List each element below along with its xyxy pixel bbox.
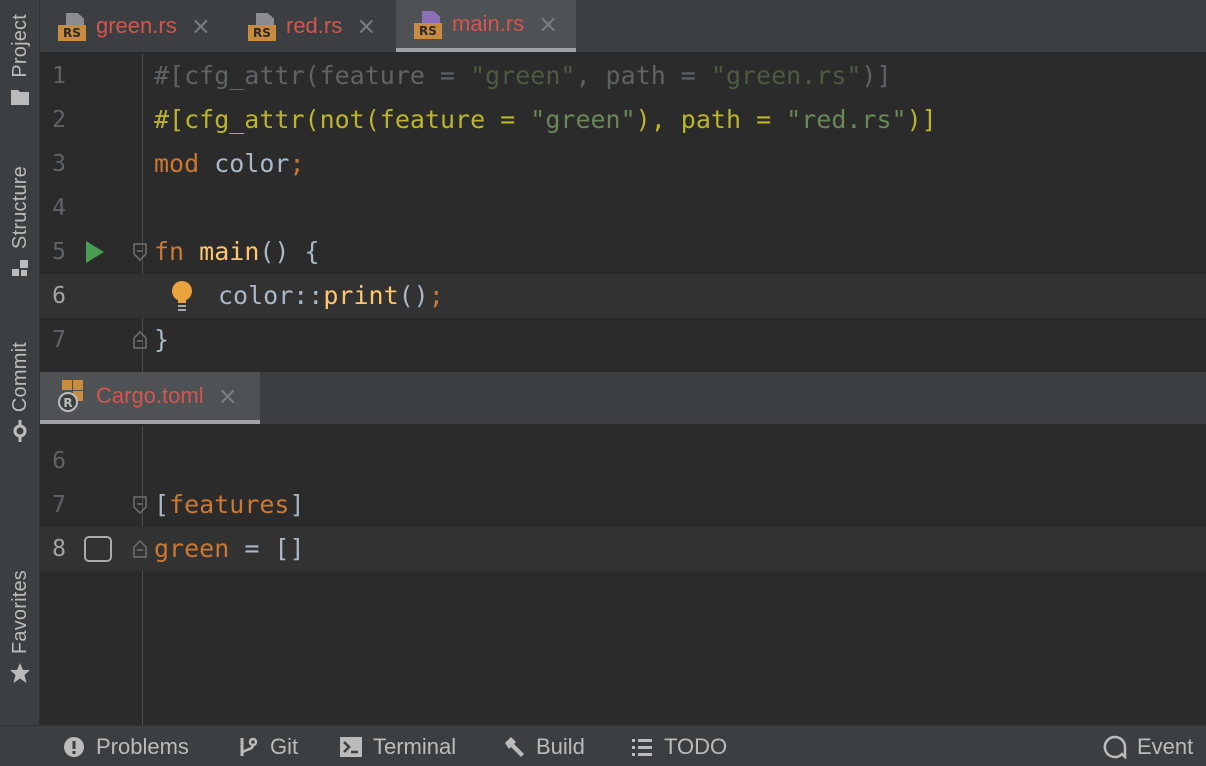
- code-line: 6: [40, 439, 1206, 483]
- close-icon[interactable]: ×: [191, 12, 211, 40]
- code-line: 2 #[cfg_attr(not(feature = "green"), pat…: [40, 98, 1206, 142]
- hammer-icon: [502, 735, 526, 759]
- code-text: }: [154, 318, 169, 362]
- tab-label: red.rs: [286, 13, 342, 39]
- cargo-tab-bar: R Cargo.toml ×: [40, 372, 1206, 424]
- terminal-label: Terminal: [373, 734, 456, 760]
- favorites-tool-tab[interactable]: Favorites: [0, 570, 40, 684]
- tab-red-rs[interactable]: RS red.rs ×: [230, 0, 392, 52]
- problems-tool-button[interactable]: Problems: [62, 726, 189, 766]
- line-number: 2: [40, 98, 66, 142]
- structure-tool-tab[interactable]: Structure: [0, 166, 40, 279]
- line-number: 7: [40, 318, 66, 362]
- commit-tool-label: Commit: [9, 342, 32, 412]
- project-tool-label: Project: [9, 14, 32, 78]
- run-icon[interactable]: [86, 241, 104, 263]
- code-text: color::print();: [218, 274, 444, 318]
- structure-icon: [9, 257, 31, 279]
- fold-close-icon[interactable]: [133, 540, 147, 558]
- line-number: 4: [40, 186, 66, 230]
- folder-icon: [9, 86, 31, 108]
- tab-green-rs[interactable]: RS green.rs ×: [40, 0, 227, 52]
- rust-file-icon: RS: [414, 9, 444, 39]
- line-number: 1: [40, 54, 66, 98]
- build-label: Build: [536, 734, 585, 760]
- todo-tool-button[interactable]: TODO: [630, 726, 727, 766]
- fold-open-icon[interactable]: [133, 496, 147, 514]
- feature-toggle-checkbox[interactable]: [84, 536, 112, 562]
- code-text: #[cfg_attr(not(feature = "green"), path …: [154, 98, 937, 142]
- event-log-icon: [1103, 735, 1127, 759]
- terminal-tool-button[interactable]: Terminal: [339, 726, 456, 766]
- rust-file-icon: RS: [58, 11, 88, 41]
- line-number: 6: [40, 274, 66, 318]
- line-number: 5: [40, 230, 66, 274]
- code-line: 7 [features]: [40, 483, 1206, 527]
- code-text: [features]: [154, 483, 305, 527]
- fold-close-icon[interactable]: [133, 331, 147, 349]
- close-icon[interactable]: ×: [356, 12, 376, 40]
- code-text: #[cfg_attr(feature = "green", path = "gr…: [154, 54, 892, 98]
- problems-label: Problems: [96, 734, 189, 760]
- tab-label: green.rs: [96, 13, 177, 39]
- code-line-current: 6 color::print();: [40, 274, 1206, 318]
- code-text: fn main() {: [154, 230, 320, 274]
- problems-icon: [62, 735, 86, 759]
- event-log-tool-button[interactable]: Event: [1103, 726, 1193, 766]
- line-number: 3: [40, 142, 66, 186]
- rust-file-icon: RS: [248, 11, 278, 41]
- favorites-tool-label: Favorites: [9, 570, 32, 654]
- git-icon: [236, 735, 260, 759]
- code-line: 5 fn main() {: [40, 230, 1206, 274]
- git-tool-button[interactable]: Git: [236, 726, 298, 766]
- terminal-icon: [339, 735, 363, 759]
- list-icon: [630, 735, 654, 759]
- code-line: 3 mod color;: [40, 142, 1206, 186]
- editor-tab-bar: RS green.rs × RS red.rs × RS main.rs ×: [40, 0, 1206, 52]
- left-tool-strip: Project Structure Commit Favorites: [0, 0, 40, 725]
- close-icon[interactable]: ×: [218, 382, 238, 410]
- fold-open-icon[interactable]: [133, 243, 147, 261]
- code-text: green = []: [154, 527, 305, 571]
- bottom-tool-bar: Problems Git Terminal Build TODO Event: [0, 725, 1206, 766]
- todo-label: TODO: [664, 734, 727, 760]
- tab-cargo-toml[interactable]: R Cargo.toml ×: [40, 372, 260, 424]
- commit-icon: [9, 420, 31, 442]
- star-icon: [9, 662, 31, 684]
- svg-text:R: R: [63, 396, 72, 410]
- tab-label: main.rs: [452, 11, 524, 37]
- event-log-label: Event: [1137, 734, 1193, 760]
- code-line: 1 #[cfg_attr(feature = "green", path = "…: [40, 54, 1206, 98]
- tab-label: Cargo.toml: [96, 383, 204, 409]
- tab-main-rs[interactable]: RS main.rs ×: [396, 0, 576, 52]
- cargo-file-icon: R: [56, 380, 86, 412]
- line-number: 7: [40, 483, 66, 527]
- line-number: 8: [40, 527, 66, 571]
- project-tool-tab[interactable]: Project: [0, 14, 40, 108]
- build-tool-button[interactable]: Build: [502, 726, 585, 766]
- code-text: mod color;: [154, 142, 305, 186]
- line-number: 6: [40, 439, 66, 483]
- close-icon[interactable]: ×: [538, 10, 558, 38]
- code-line: 7 }: [40, 318, 1206, 362]
- code-line-current: 8 green = []: [40, 527, 1206, 571]
- lightbulb-icon[interactable]: [170, 280, 194, 312]
- commit-tool-tab[interactable]: Commit: [0, 342, 40, 442]
- git-label: Git: [270, 734, 298, 760]
- structure-tool-label: Structure: [9, 166, 32, 249]
- code-line: 4: [40, 186, 1206, 230]
